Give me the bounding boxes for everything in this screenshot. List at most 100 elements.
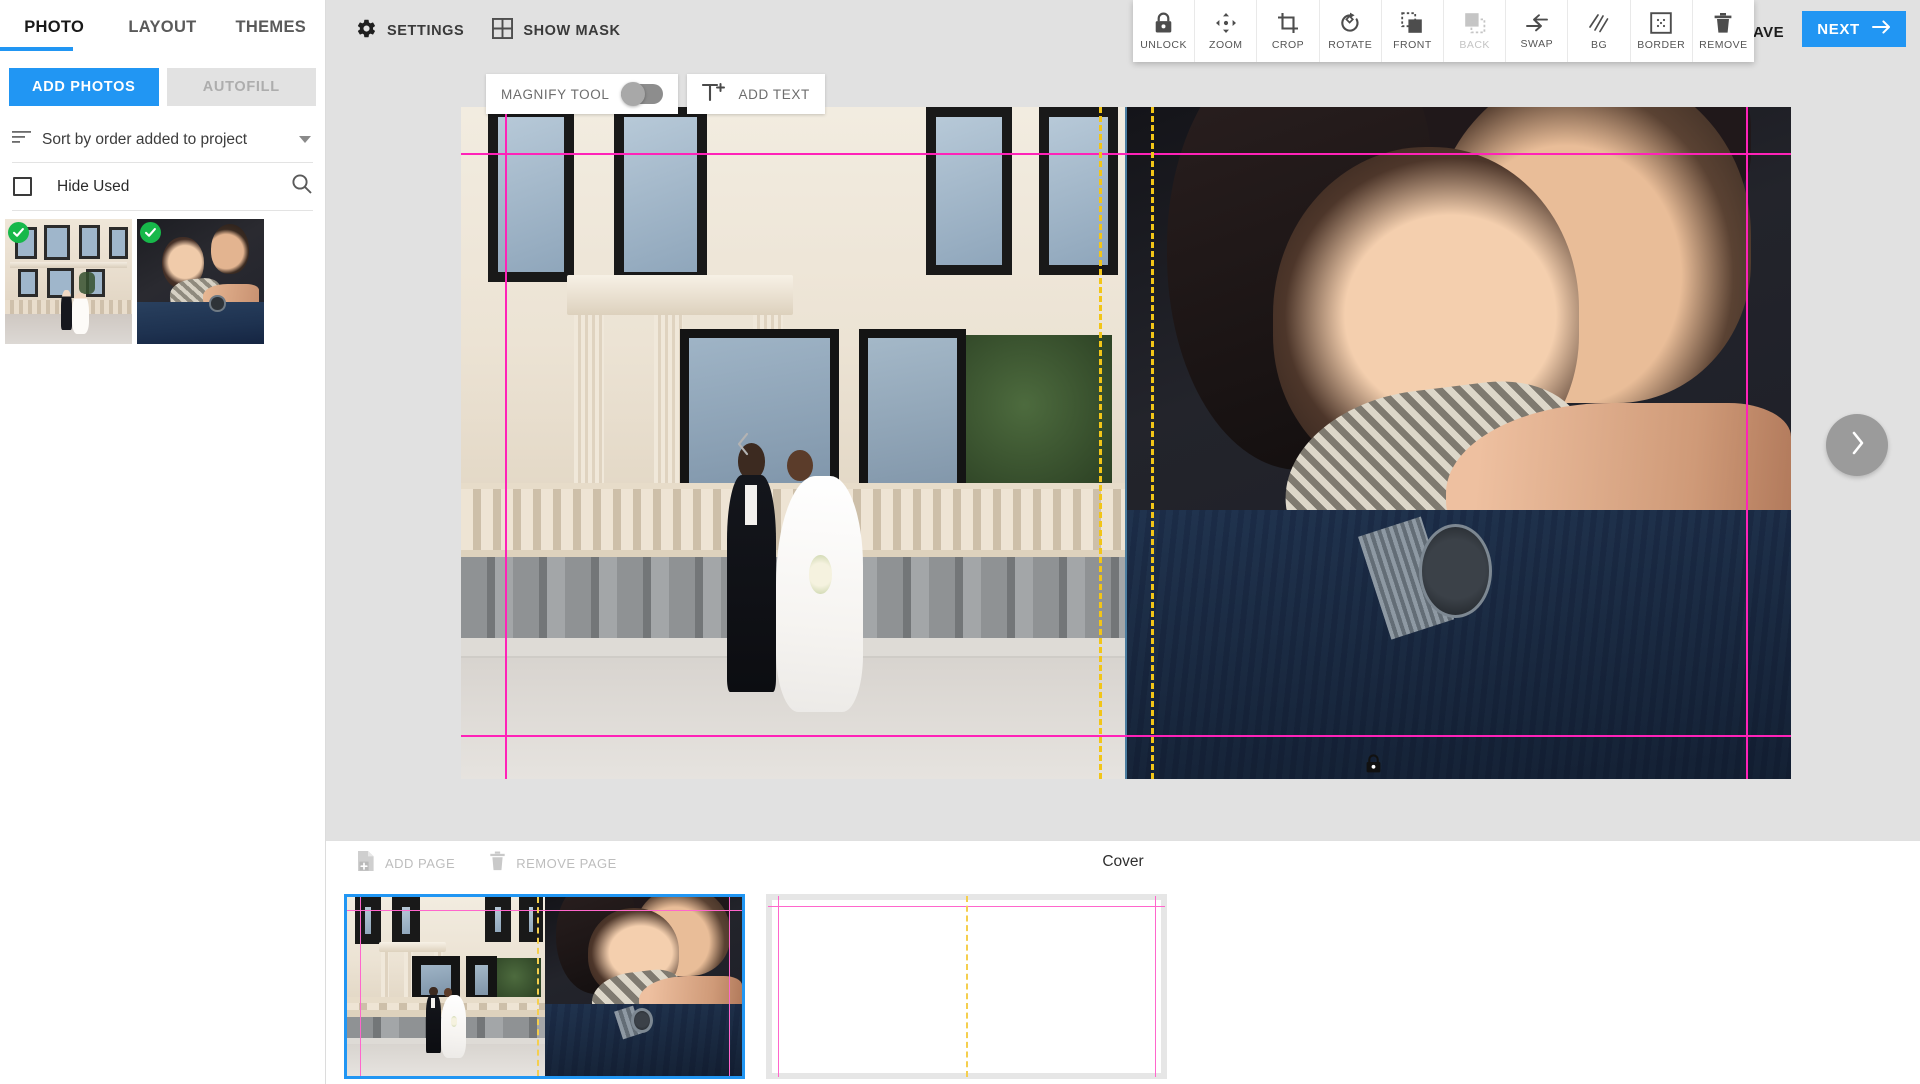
tool-zoom[interactable]: ZOOM: [1195, 0, 1258, 62]
crop-icon: [1277, 12, 1299, 34]
placed-photo-mansion[interactable]: [461, 107, 1125, 779]
photo-used-check-icon: [140, 222, 161, 243]
previous-spread-button[interactable]: [721, 424, 765, 468]
page-thumbnail-cover[interactable]: [344, 894, 745, 1079]
thumb-guide-left: [360, 897, 361, 1076]
add-page-button[interactable]: ADD PAGE: [356, 850, 455, 877]
hatch-bg-icon: [1588, 12, 1610, 34]
chevron-down-icon: [299, 136, 311, 143]
show-mask-button[interactable]: SHOW MASK: [492, 18, 620, 44]
tool-rotate[interactable]: ROTATE: [1320, 0, 1382, 62]
thumb-guide-top: [347, 910, 742, 911]
trash-icon: [1713, 12, 1733, 34]
search-icon[interactable]: [291, 173, 313, 200]
tool-remove[interactable]: REMOVE: [1693, 0, 1754, 62]
thumb-guide-right: [1155, 896, 1156, 1077]
tool-border[interactable]: BORDER: [1631, 0, 1693, 62]
sidebar-action-buttons: ADD PHOTOS AUTOFILL: [0, 58, 325, 106]
border-icon: [1650, 11, 1672, 34]
magnify-tool-label: MAGNIFY TOOL: [501, 86, 610, 102]
rotate-icon: [1339, 12, 1361, 34]
grid-icon: [492, 18, 514, 44]
tool-label: REMOVE: [1699, 38, 1748, 51]
photo-book-editor: PHOTO LAYOUT THEMES ADD PHOTOS AUTOFILL …: [0, 0, 1920, 1084]
thumb-guide-left: [778, 896, 779, 1077]
tool-label: FRONT: [1393, 38, 1432, 51]
fold-guide-left: [1099, 107, 1102, 779]
tool-bg[interactable]: BG: [1568, 0, 1631, 62]
bring-front-icon: [1401, 11, 1423, 34]
magnify-tool-switch[interactable]: [621, 82, 664, 106]
left-sidebar: PHOTO LAYOUT THEMES ADD PHOTOS AUTOFILL …: [0, 0, 326, 1084]
canvas-sub-toolbar: MAGNIFY TOOL ADD TEXT: [486, 74, 825, 114]
tool-front[interactable]: FRONT: [1382, 0, 1445, 62]
text-plus-icon: [702, 81, 726, 108]
magnify-tool-toggle[interactable]: MAGNIFY TOOL: [486, 74, 679, 114]
add-text-button[interactable]: ADD TEXT: [687, 74, 825, 114]
tab-layout[interactable]: LAYOUT: [108, 10, 216, 47]
gear-icon: [356, 18, 377, 44]
trash-icon: [489, 850, 506, 877]
tool-unlock[interactable]: UNLOCK: [1133, 0, 1196, 62]
settings-group: SETTINGS SHOW MASK: [356, 18, 621, 44]
guide-left: [505, 107, 507, 779]
thumb-fold-guide: [537, 897, 539, 1076]
sort-dropdown[interactable]: Sort by order added to project: [12, 117, 313, 163]
tool-swap[interactable]: SWAP: [1506, 0, 1569, 62]
page-thumbnail-strip: [326, 886, 1920, 1084]
tool-label: BACK: [1459, 38, 1490, 51]
add-photos-button[interactable]: ADD PHOTOS: [9, 68, 159, 106]
tool-label: SWAP: [1520, 37, 1554, 50]
next-spread-button[interactable]: [1826, 414, 1888, 476]
locked-element-lock-icon[interactable]: [1365, 754, 1382, 778]
chevron-left-icon: [736, 432, 751, 461]
sort-icon: [12, 130, 31, 149]
show-mask-label: SHOW MASK: [523, 23, 621, 39]
arrow-right-icon: [1871, 20, 1891, 38]
send-back-icon: [1464, 12, 1486, 34]
page-thumbnail-inside[interactable]: [766, 894, 1167, 1079]
add-page-label: ADD PAGE: [385, 856, 456, 871]
photo-thumbnail-0[interactable]: [5, 219, 132, 344]
next-button[interactable]: NEXT: [1802, 11, 1906, 47]
top-toolbar: SETTINGS SHOW MASK UNLOCK ZOOM CROP ROTA…: [326, 0, 1920, 68]
fold-guide-right: [1151, 107, 1154, 779]
hide-used-row: Hide Used: [12, 163, 313, 211]
tool-label: BORDER: [1637, 38, 1686, 51]
tool-label: ZOOM: [1209, 38, 1243, 51]
page-thumb-left-image: [347, 897, 545, 1076]
photo-used-check-icon: [8, 222, 29, 243]
guide-right: [1746, 107, 1748, 779]
page-actions-bar: ADD PAGE REMOVE PAGE Cover: [326, 841, 1920, 886]
guide-top: [461, 153, 1791, 155]
page-spread-canvas[interactable]: [461, 107, 1791, 779]
spread-left-page[interactable]: [461, 107, 1125, 779]
thumb-fold-guide: [966, 896, 968, 1077]
remove-page-button[interactable]: REMOVE PAGE: [489, 850, 617, 877]
chevron-right-icon: [1850, 431, 1865, 460]
photo-thumbnail-1[interactable]: [137, 219, 264, 344]
canvas-stage: [326, 0, 1920, 840]
spread-right-page[interactable]: [1125, 107, 1791, 779]
page-navigator-panel: ADD PAGE REMOVE PAGE Cover: [326, 840, 1920, 1084]
autofill-button[interactable]: AUTOFILL: [166, 68, 316, 106]
file-plus-icon: [356, 850, 375, 877]
tab-themes[interactable]: THEMES: [217, 10, 325, 47]
placed-photo-embrace[interactable]: [1127, 107, 1791, 779]
remove-page-label: REMOVE PAGE: [516, 856, 617, 871]
tool-back: BACK: [1444, 0, 1507, 62]
guide-bottom: [461, 735, 1791, 737]
sidebar-tabs: PHOTO LAYOUT THEMES: [0, 0, 325, 58]
tab-photo[interactable]: PHOTO: [0, 10, 108, 51]
element-tools-card: UNLOCK ZOOM CROP ROTATE FRONT BACK SWAP …: [1133, 0, 1754, 62]
hide-used-checkbox[interactable]: [13, 177, 32, 196]
next-label: NEXT: [1817, 20, 1860, 38]
swap-icon: [1525, 13, 1549, 33]
photo-thumbnail-grid: [0, 211, 325, 344]
settings-button[interactable]: SETTINGS: [356, 18, 464, 44]
thumb-guide-right: [729, 897, 730, 1076]
tool-crop[interactable]: CROP: [1257, 0, 1320, 62]
page-thumb-right-image: [544, 897, 742, 1076]
tool-label: ROTATE: [1328, 38, 1373, 51]
hide-used-label: Hide Used: [57, 177, 130, 195]
